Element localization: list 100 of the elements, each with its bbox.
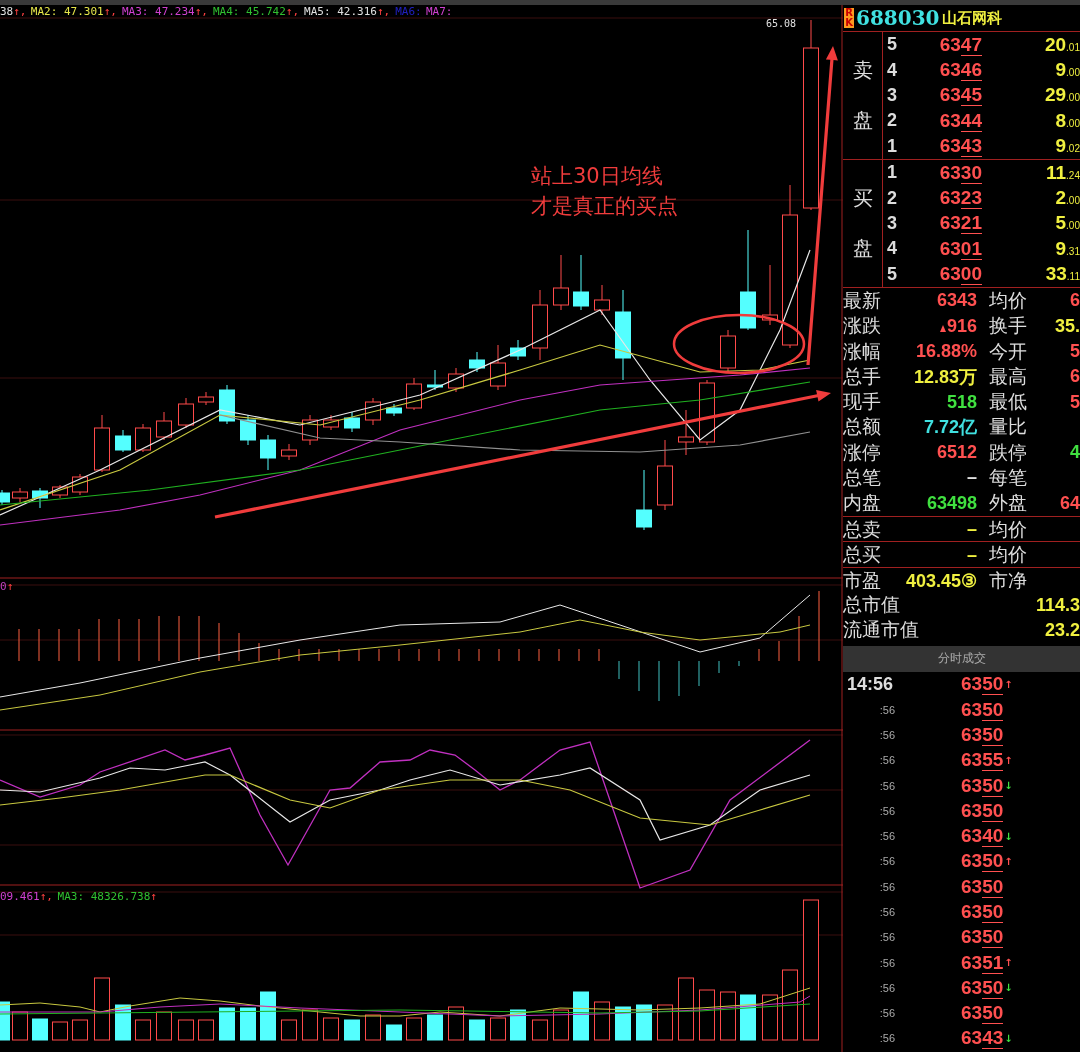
- trade-price: 6350: [961, 901, 1004, 923]
- order-price: 6345: [938, 84, 982, 107]
- volume-bar: [156, 1011, 172, 1041]
- annotation-text: 才是真正的买点: [531, 194, 678, 218]
- trade-price: 6355: [961, 749, 1004, 772]
- candlestick: [302, 414, 318, 446]
- trade-price: 6350: [961, 698, 1004, 721]
- order-price: 6330: [938, 161, 982, 184]
- order-volume: 9.02: [1054, 135, 1080, 158]
- trade-time: :56: [878, 931, 895, 944]
- candlestick: [323, 414, 339, 431]
- candlestick: [52, 484, 68, 499]
- volume-bar: [636, 1004, 652, 1041]
- candlestick: [490, 344, 506, 391]
- trade-time: :56: [878, 703, 895, 716]
- stat-label: 每笔: [988, 465, 1028, 490]
- volume-bar: [323, 1017, 339, 1041]
- volume-bar: [115, 1004, 131, 1041]
- candlestick: [156, 411, 172, 441]
- candlestick: [469, 351, 485, 373]
- stat-label: 总买: [843, 542, 882, 568]
- stat-value: 16.88%: [914, 341, 977, 362]
- candlestick: [636, 469, 652, 531]
- stat-label: 市净: [988, 567, 1028, 593]
- order-volume: 11.24: [1045, 161, 1080, 184]
- stat-value: 4: [1069, 442, 1080, 464]
- volume-bar: [240, 1007, 256, 1041]
- order-volume: 9.00: [1054, 59, 1080, 82]
- volume-bar: [490, 1017, 506, 1041]
- trade-price: 6350: [961, 723, 1004, 746]
- stat-value: 12.83万: [912, 365, 977, 389]
- legend-label: 38↑,: [0, 5, 27, 18]
- legend-label: MA7:: [426, 5, 453, 18]
- stat-value: 7.72亿: [922, 416, 977, 440]
- order-price: 6300: [938, 263, 982, 286]
- order-volume: 2.00: [1054, 187, 1080, 210]
- trade-price: 6343: [961, 1027, 1004, 1050]
- candlestick: [240, 414, 256, 446]
- order-volume: 20.01: [1043, 33, 1080, 56]
- stat-value: 5: [1069, 391, 1080, 413]
- trade-time: :56: [878, 779, 895, 792]
- level-number: 4: [886, 59, 898, 81]
- stat-label: 总额: [843, 414, 882, 440]
- volume-bar: [32, 1018, 48, 1041]
- stat-value: –: [966, 544, 977, 566]
- candlestick: [135, 423, 151, 453]
- volume-bar: [178, 1019, 194, 1041]
- volume-bar: [365, 1014, 381, 1041]
- level-number: 5: [886, 263, 898, 285]
- trade-price: 6350: [961, 850, 1004, 873]
- stat-value: 35.: [1053, 315, 1080, 337]
- volume-bar: [94, 977, 110, 1041]
- stat-label: 量比: [988, 414, 1028, 440]
- volume-bar: [344, 1019, 360, 1041]
- candlestick: [365, 397, 381, 426]
- level-number: 4: [886, 238, 898, 260]
- trade-time: :56: [878, 804, 895, 817]
- volume-bar: [720, 991, 736, 1041]
- volume-bar: [532, 1019, 548, 1041]
- stat-label: 内盘: [843, 490, 882, 516]
- stat-label: 换手: [988, 313, 1028, 339]
- volume-bar: [699, 989, 715, 1041]
- trade-time: :56: [878, 1032, 895, 1045]
- direction-arrow: ↓: [1004, 1032, 1013, 1044]
- direction-arrow: ↓: [1004, 830, 1013, 842]
- candlestick: [281, 443, 297, 461]
- stat-value: 63498: [925, 492, 977, 514]
- stat-label: 均价: [988, 542, 1028, 568]
- stat-label: 涨停: [843, 439, 882, 465]
- trade-time: :56: [878, 880, 895, 893]
- direction-arrow: ↑: [1004, 678, 1013, 690]
- stat-label: 总手: [843, 363, 882, 389]
- volume-bar: [782, 969, 798, 1041]
- stat-value: 64: [1058, 492, 1080, 514]
- stat-label: 跌停: [988, 439, 1028, 465]
- candlestick: [573, 254, 589, 311]
- candlestick: [0, 489, 10, 506]
- trades-header: 分时成交: [843, 645, 1080, 672]
- stat-label: 总卖: [843, 516, 882, 542]
- trade-time: :56: [878, 754, 895, 767]
- macd-label: 0↑: [0, 580, 14, 593]
- candlestick: [594, 284, 610, 316]
- trade-price: 6350: [961, 976, 1004, 999]
- annotation-text: 站上30日均线: [531, 164, 663, 188]
- volume-bar: [510, 1009, 526, 1041]
- order-price: 6321: [938, 212, 982, 235]
- order-price: 6346: [938, 59, 982, 82]
- candlestick: [12, 487, 28, 503]
- candlestick: [427, 369, 443, 391]
- trade-time: :56: [878, 956, 895, 969]
- trade-time: :56: [878, 1007, 895, 1020]
- candlestick: [553, 254, 569, 311]
- candlestick: [260, 434, 276, 471]
- stat-label: 均价: [988, 287, 1028, 313]
- volume-bar: [448, 1006, 464, 1041]
- stat-value: 518: [945, 391, 977, 413]
- order-volume: 33.11: [1044, 263, 1080, 286]
- trade-time: :56: [878, 728, 895, 741]
- stat-label: 流通市值: [843, 617, 920, 643]
- direction-arrow: ↑: [1004, 754, 1013, 766]
